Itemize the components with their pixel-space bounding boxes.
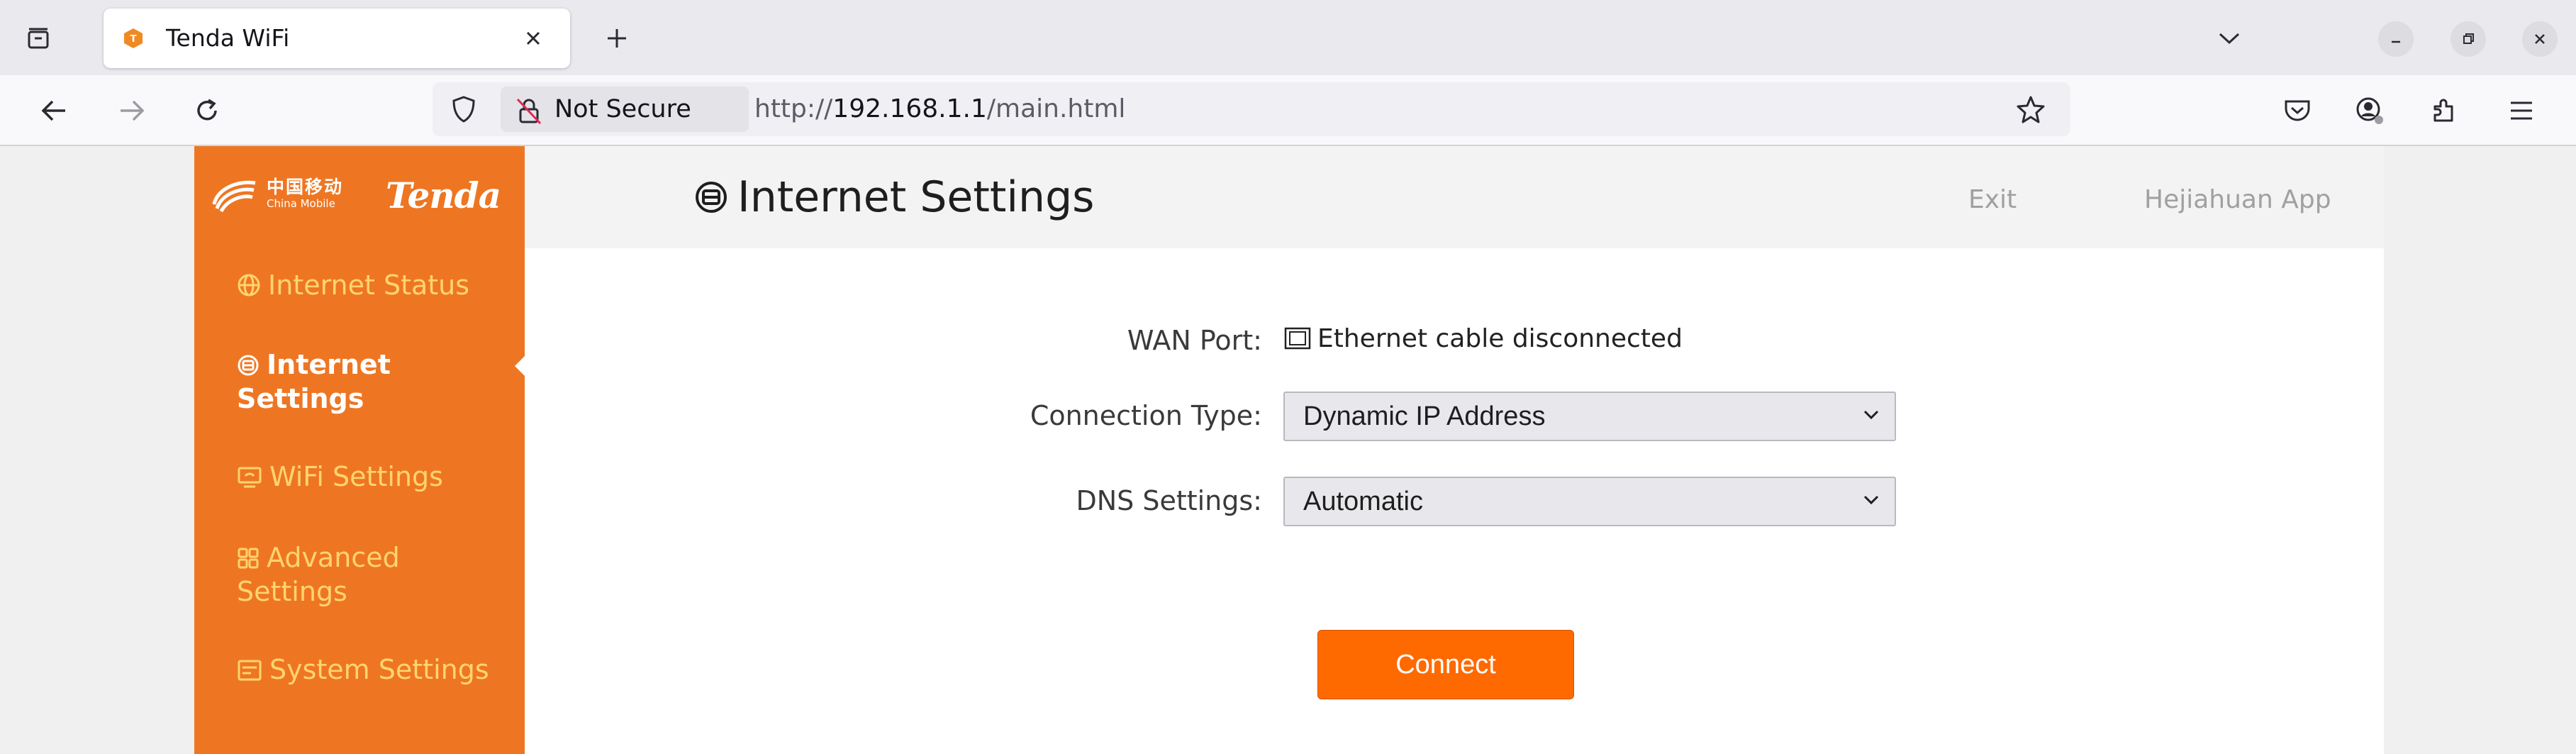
forward-arrow-icon[interactable] (113, 92, 150, 129)
navigation-toolbar: Not Secure http://192.168.1.1/main.html (0, 75, 2576, 146)
sidebar-item-label: System Settings (269, 654, 489, 685)
china-mobile-logo-icon (212, 180, 256, 213)
dns-settings-select[interactable]: Automatic (1283, 477, 1896, 526)
pocket-icon[interactable] (2279, 92, 2316, 129)
wifi-settings-icon (238, 467, 262, 488)
page-viewport: 中国移动 China Mobile Tenda Internet Status … (0, 146, 2576, 754)
connection-type-label: Connection Type: (1030, 400, 1262, 431)
dns-settings-label: DNS Settings: (1076, 485, 1262, 516)
sidebar-item-internet-settings[interactable]: Internet Settings (237, 348, 513, 416)
bookmark-star-icon[interactable] (2015, 94, 2046, 125)
page-title-group: Internet Settings (693, 172, 1094, 223)
exit-link[interactable]: Exit (1968, 184, 2017, 216)
wan-port-status: Ethernet cable disconnected (1283, 323, 1683, 355)
url-path: /main.html (986, 94, 1126, 123)
tracking-shield-icon[interactable] (450, 95, 478, 123)
tenda-favicon-icon: T (122, 27, 145, 50)
sidebar-item-label: WiFi Settings (269, 461, 443, 492)
restore-icon[interactable] (2450, 21, 2486, 57)
brand-logo: 中国移动 China Mobile Tenda (210, 173, 515, 216)
reload-icon[interactable] (189, 92, 225, 129)
hejiahuan-app-link[interactable]: Hejiahuan App (2144, 184, 2331, 216)
tab-list-icon[interactable] (21, 21, 55, 55)
site-security-indicator[interactable]: Not Secure (501, 87, 749, 132)
account-icon[interactable] (2351, 92, 2388, 129)
security-label: Not Secure (554, 95, 691, 123)
page-header: Internet Settings Exit Hejiahuan App (525, 146, 2384, 248)
url-text[interactable]: http://192.168.1.1/main.html (754, 95, 1125, 123)
tab-close-icon[interactable] (518, 23, 549, 54)
chevron-down-icon (1863, 410, 1879, 420)
brand-chinese-name: 中国移动 (267, 177, 344, 197)
browser-tab-strip: T Tenda WiFi (0, 0, 2576, 75)
brand-tenda-wordmark: Tenda (386, 174, 501, 216)
ethernet-port-icon (1284, 327, 1311, 350)
sidebar-item-label: Internet Status (268, 270, 470, 301)
dns-settings-value: Automatic (1303, 487, 1423, 516)
svg-text:T: T (130, 34, 137, 45)
extensions-icon[interactable] (2425, 92, 2462, 129)
sidebar-item-wifi-settings[interactable]: WiFi Settings (237, 460, 513, 494)
main-content: Internet Settings Exit Hejiahuan App WAN… (525, 146, 2384, 754)
browser-tab[interactable]: T Tenda WiFi (104, 9, 570, 68)
tab-title: Tenda WiFi (166, 24, 290, 52)
hamburger-menu-icon[interactable] (2503, 92, 2540, 129)
chevron-down-icon[interactable] (2212, 23, 2246, 54)
chevron-down-icon (1863, 495, 1879, 505)
sidebar-item-label: Advanced Settings (237, 542, 400, 607)
minimize-icon[interactable] (2378, 21, 2414, 57)
grid-icon (238, 548, 259, 569)
url-bar[interactable]: Not Secure http://192.168.1.1/main.html (433, 82, 2070, 136)
page-title: Internet Settings (737, 172, 1095, 222)
connect-button[interactable]: Connect (1317, 630, 1574, 699)
url-host: 192.168.1.1 (832, 94, 987, 123)
url-scheme: http:// (754, 94, 833, 123)
sidebar-item-label: Internet Settings (237, 349, 391, 414)
internet-settings-icon (238, 355, 259, 376)
wan-port-label: WAN Port: (1127, 325, 1262, 356)
wan-status-text: Ethernet cable disconnected (1317, 324, 1683, 353)
insecure-lock-icon (516, 98, 542, 125)
sidebar-item-advanced-settings[interactable]: Advanced Settings (237, 540, 513, 609)
system-settings-icon (238, 660, 262, 681)
sidebar-item-internet-status[interactable]: Internet Status (237, 268, 513, 302)
back-arrow-icon[interactable] (35, 92, 72, 129)
sidebar: 中国移动 China Mobile Tenda Internet Status … (194, 146, 536, 754)
connection-type-value: Dynamic IP Address (1303, 401, 1546, 431)
new-tab-icon[interactable] (600, 21, 634, 55)
internet-settings-icon (696, 182, 727, 213)
sidebar-item-system-settings[interactable]: System Settings (237, 653, 513, 687)
close-window-icon[interactable] (2522, 21, 2558, 57)
brand-english-name: China Mobile (267, 197, 335, 210)
globe-icon (238, 274, 260, 296)
connection-type-select[interactable]: Dynamic IP Address (1283, 392, 1896, 441)
